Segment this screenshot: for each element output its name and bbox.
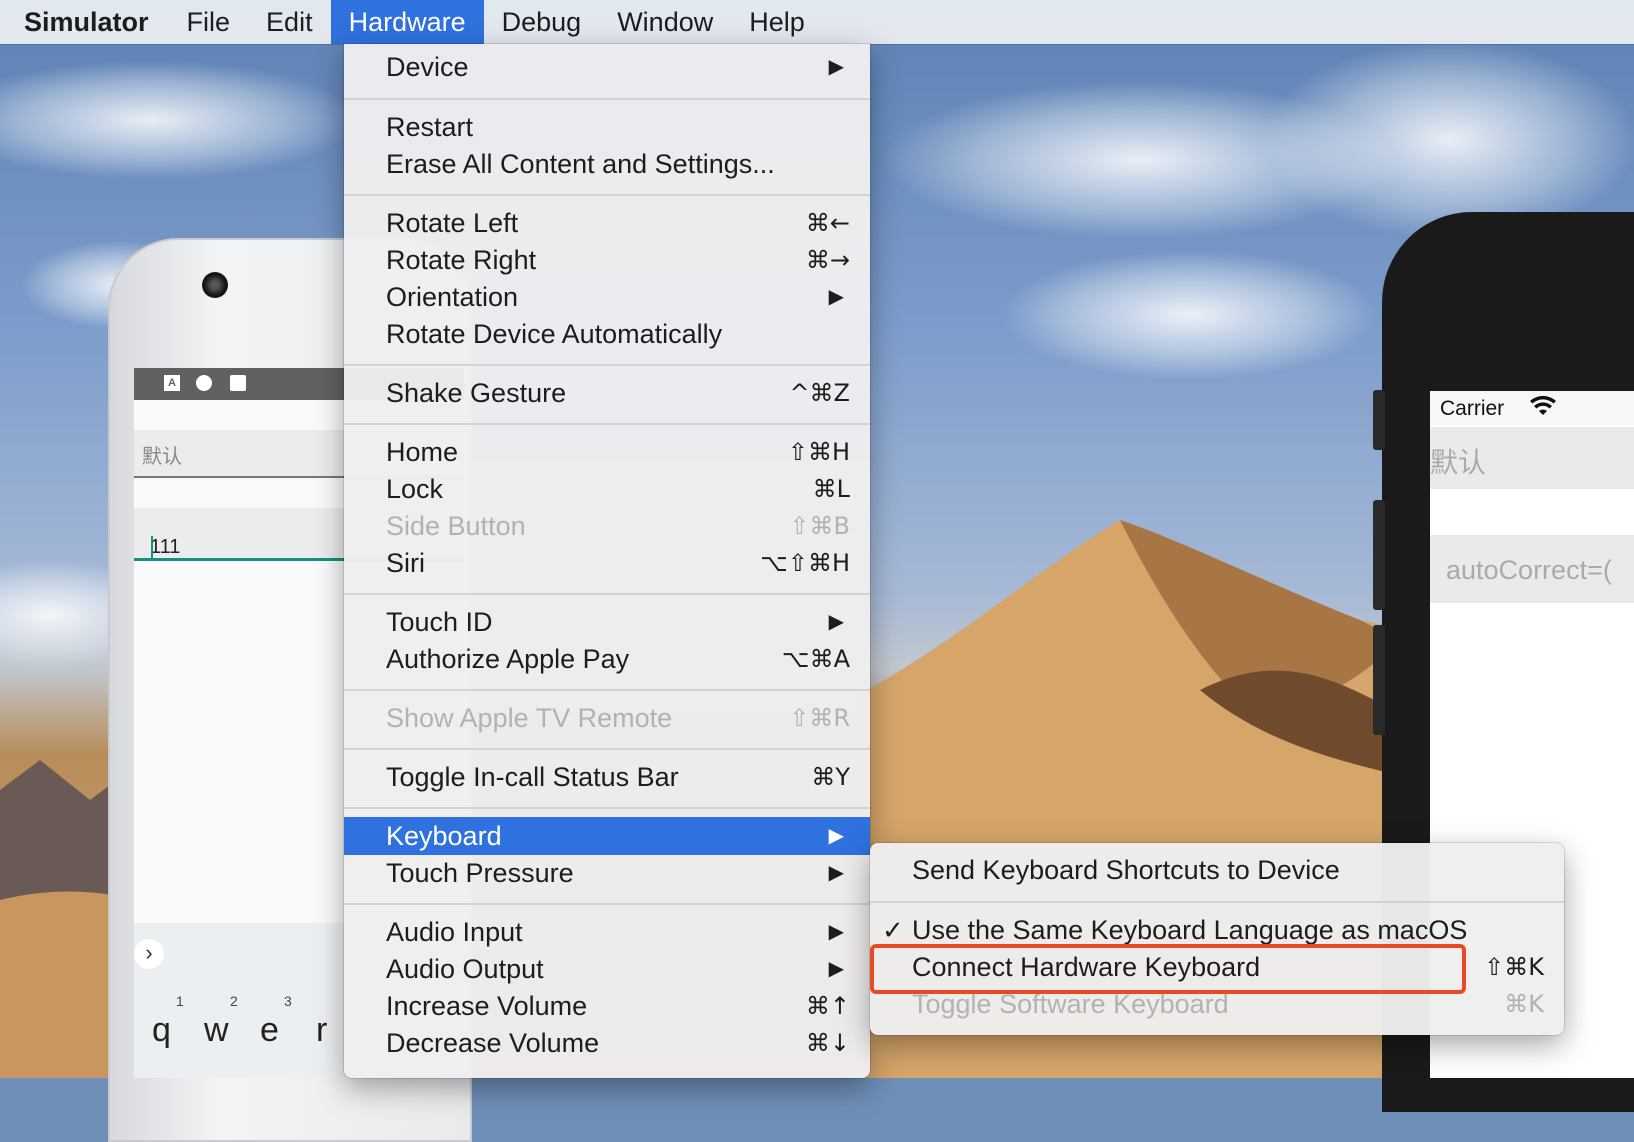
shortcut-siri: ⌥⇧⌘H: [760, 549, 850, 577]
menu-item-erase-all[interactable]: Erase All Content and Settings...: [344, 145, 870, 183]
shortcut-home: ⇧⌘H: [787, 438, 850, 466]
menu-item-side-button: Side Button ⇧⌘B: [344, 507, 870, 545]
menu-item-touch-id[interactable]: Touch ID ▶: [344, 603, 870, 641]
menu-separator: [344, 593, 870, 595]
shortcut-apple-tv-remote: ⇧⌘R: [789, 704, 850, 732]
wifi-icon: [1530, 395, 1556, 423]
menu-separator: [344, 364, 870, 366]
iphone-volume-down-button: [1373, 625, 1385, 735]
menu-item-device[interactable]: Device ▶: [344, 48, 870, 86]
iphone-status-bar: Carrier: [1430, 391, 1634, 425]
shortcut-apple-pay: ⌥⌘A: [781, 645, 850, 673]
submenu-arrow-icon: ▶: [828, 56, 844, 78]
menu-separator: [344, 423, 870, 425]
menu-separator: [344, 903, 870, 905]
highlight-callout-box: [870, 944, 1466, 994]
menu-item-orientation[interactable]: Orientation ▶: [344, 278, 870, 316]
sd-card-icon: [230, 375, 246, 391]
menu-item-rotate-automatically[interactable]: Rotate Device Automatically: [344, 315, 870, 353]
key-q[interactable]: q: [152, 1011, 171, 1050]
menu-item-keyboard[interactable]: Keyboard ▶: [344, 817, 870, 855]
menu-item-send-keyboard-shortcuts[interactable]: Send Keyboard Shortcuts to Device: [870, 851, 1564, 889]
key-hint-3: 3: [284, 993, 292, 1009]
key-r[interactable]: r: [316, 1011, 327, 1050]
shortcut-side-button: ⇧⌘B: [789, 512, 850, 540]
submenu-arrow-icon: ▶: [828, 286, 844, 308]
chevron-right-icon[interactable]: ›: [134, 939, 164, 969]
menu-hardware[interactable]: Hardware: [330, 0, 484, 44]
iphone-field1-placeholder: 默认: [1430, 447, 1487, 478]
keyboard-status-icon: A: [164, 375, 180, 391]
menu-item-home[interactable]: Home ⇧⌘H: [344, 433, 870, 471]
menu-item-restart[interactable]: Restart: [344, 108, 870, 146]
submenu-arrow-icon: ▶: [828, 862, 844, 884]
camera-icon: [202, 272, 228, 298]
menu-bar: Simulator File Edit Hardware Debug Windo…: [0, 0, 1634, 44]
shortcut-increase-volume: ⌘↑: [805, 992, 850, 1020]
submenu-arrow-icon: ▶: [828, 921, 844, 943]
iphone-default-field[interactable]: 默认: [1430, 427, 1634, 489]
menu-separator: [344, 194, 870, 196]
menu-item-authorize-apple-pay[interactable]: Authorize Apple Pay ⌥⌘A: [344, 640, 870, 678]
menu-item-rotate-right[interactable]: Rotate Right ⌘→: [344, 241, 870, 279]
menu-item-decrease-volume[interactable]: Decrease Volume ⌘↓: [344, 1024, 870, 1062]
iphone-autocorrect-field[interactable]: autoCorrect=(: [1430, 535, 1634, 603]
shortcut-connect-hardware-keyboard: ⇧⌘K: [1484, 953, 1544, 981]
menu-item-apple-tv-remote: Show Apple TV Remote ⇧⌘R: [344, 699, 870, 737]
shortcut-toggle-software-keyboard: ⌘K: [1504, 990, 1544, 1018]
circle-status-icon: [196, 375, 212, 391]
shortcut-rotate-left: ⌘←: [805, 209, 850, 237]
iphone-volume-up-button: [1373, 500, 1385, 610]
submenu-arrow-icon: ▶: [828, 825, 844, 847]
menu-item-touch-pressure[interactable]: Touch Pressure ▶: [344, 854, 870, 892]
key-hint-2: 2: [230, 993, 238, 1009]
iphone-field2-placeholder: autoCorrect=(: [1446, 555, 1612, 585]
menu-separator: [344, 748, 870, 750]
menu-separator: [344, 689, 870, 691]
menu-help[interactable]: Help: [731, 0, 823, 44]
carrier-label: Carrier: [1440, 397, 1505, 420]
hardware-menu: Device ▶ Restart Erase All Content and S…: [344, 44, 870, 1078]
menu-item-lock[interactable]: Lock ⌘L: [344, 470, 870, 508]
text-caret: [151, 536, 153, 560]
submenu-arrow-icon: ▶: [828, 958, 844, 980]
menu-item-audio-input[interactable]: Audio Input ▶: [344, 913, 870, 951]
shortcut-lock: ⌘L: [812, 475, 850, 503]
menu-item-audio-output[interactable]: Audio Output ▶: [344, 950, 870, 988]
menu-item-toggle-in-call-status-bar[interactable]: Toggle In-call Status Bar ⌘Y: [344, 758, 870, 796]
shortcut-shake: ^⌘Z: [789, 379, 850, 407]
menu-window[interactable]: Window: [599, 0, 731, 44]
shortcut-decrease-volume: ⌘↓: [805, 1029, 850, 1057]
menu-edit[interactable]: Edit: [248, 0, 331, 44]
menu-debug[interactable]: Debug: [484, 0, 600, 44]
key-w[interactable]: w: [204, 1011, 229, 1050]
menu-item-increase-volume[interactable]: Increase Volume ⌘↑: [344, 987, 870, 1025]
menu-file[interactable]: File: [169, 0, 249, 44]
key-e[interactable]: e: [260, 1011, 279, 1050]
field2-value: 111: [150, 536, 181, 558]
key-hint-1: 1: [176, 993, 184, 1009]
menu-separator: [870, 901, 1564, 903]
menu-item-rotate-left[interactable]: Rotate Left ⌘←: [344, 204, 870, 242]
field1-hint: 默认: [142, 446, 182, 468]
shortcut-in-call-status: ⌘Y: [811, 763, 850, 791]
menu-item-shake-gesture[interactable]: Shake Gesture ^⌘Z: [344, 374, 870, 412]
keyboard-submenu: Send Keyboard Shortcuts to Device ✓ Use …: [870, 843, 1564, 1035]
menu-app-simulator[interactable]: Simulator: [0, 0, 169, 44]
submenu-arrow-icon: ▶: [828, 611, 844, 633]
shortcut-rotate-right: ⌘→: [805, 246, 850, 274]
menu-separator: [344, 807, 870, 809]
iphone-side-button: [1373, 390, 1385, 450]
menu-item-siri[interactable]: Siri ⌥⇧⌘H: [344, 544, 870, 582]
menu-separator: [344, 98, 870, 100]
